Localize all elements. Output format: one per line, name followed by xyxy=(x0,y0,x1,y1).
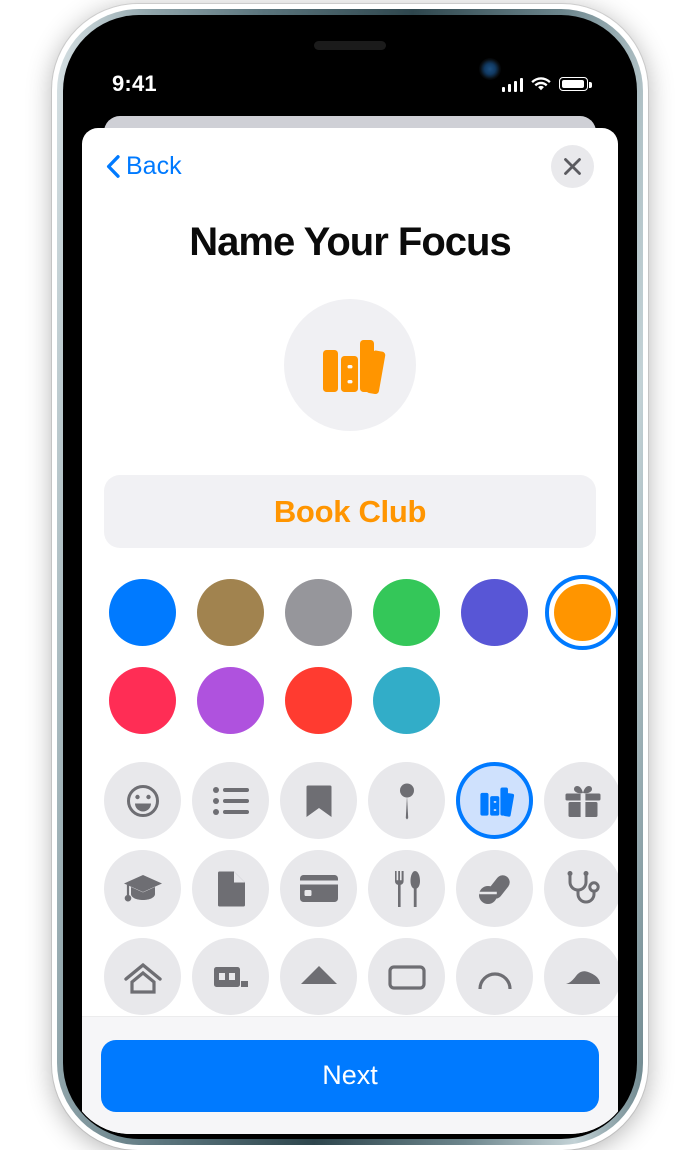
document-icon xyxy=(217,871,245,907)
icon-option-house[interactable] xyxy=(104,938,181,1016)
icon-option-credit-card[interactable] xyxy=(280,850,357,928)
icon-option-bed[interactable] xyxy=(368,938,445,1016)
icon-option-smiley[interactable] xyxy=(104,762,181,840)
icon-picker-scroll[interactable] xyxy=(82,750,618,1016)
briefcase-icon xyxy=(213,966,248,987)
color-row-1 xyxy=(104,574,618,651)
bookmark-icon xyxy=(306,785,331,817)
color-swatch-orange[interactable] xyxy=(544,574,618,651)
phone-screen: 9:41 Back Name Your Focus Book Club Next xyxy=(68,20,632,1134)
house-icon xyxy=(123,962,162,994)
icon-row-3 xyxy=(104,938,618,1016)
pills-icon xyxy=(478,874,510,904)
icon-option-briefcase[interactable] xyxy=(192,938,269,1016)
phone-frame: 9:41 Back Name Your Focus Book Club Next xyxy=(52,4,648,1150)
bed-icon xyxy=(387,965,426,990)
focus-setup-sheet: Back Name Your Focus Book Club Next xyxy=(82,128,618,1134)
pin-icon xyxy=(399,783,414,820)
list-icon xyxy=(212,786,249,815)
icon-option-graduation-cap[interactable] xyxy=(104,850,181,928)
signal-bars-icon xyxy=(501,77,523,92)
back-button[interactable]: Back xyxy=(106,152,182,181)
status-time: 9:41 xyxy=(112,71,157,96)
front-camera-icon xyxy=(479,58,501,80)
battery-icon xyxy=(559,77,592,91)
icon-row-1 xyxy=(104,762,618,840)
page-title: Name Your Focus xyxy=(189,220,511,264)
close-icon xyxy=(564,157,581,175)
color-picker xyxy=(82,548,618,750)
icon-option-gift[interactable] xyxy=(544,762,618,840)
icon-option-books[interactable] xyxy=(456,762,533,840)
color-row-2 xyxy=(104,662,596,739)
icon-option-umbrella[interactable] xyxy=(280,938,357,1016)
wifi-icon xyxy=(531,76,551,90)
graduation-cap-icon xyxy=(123,874,162,902)
umbrella-icon xyxy=(300,965,337,984)
navigation-bar: Back xyxy=(82,128,618,204)
icon-option-stethoscope[interactable] xyxy=(544,850,618,928)
chevron-left-icon xyxy=(106,154,120,178)
focus-icon-preview xyxy=(284,299,416,431)
icon-option-document[interactable] xyxy=(192,850,269,928)
color-swatch-green[interactable] xyxy=(368,574,445,651)
books-icon xyxy=(323,340,386,395)
books-icon xyxy=(479,787,514,817)
color-swatch-red[interactable] xyxy=(280,662,357,739)
fork-knife-icon xyxy=(394,870,420,907)
focus-name-value: Book Club xyxy=(273,493,427,529)
color-swatch-blue[interactable] xyxy=(104,574,181,651)
icon-option-arch[interactable] xyxy=(456,938,533,1016)
focus-name-input[interactable]: Book Club xyxy=(104,475,596,549)
next-button[interactable]: Next xyxy=(101,1039,599,1112)
icon-option-list[interactable] xyxy=(192,762,269,840)
color-swatch-purple[interactable] xyxy=(192,662,269,739)
color-swatch-pink[interactable] xyxy=(104,662,181,739)
close-button[interactable] xyxy=(551,144,594,188)
shoe-icon xyxy=(565,970,600,984)
color-swatch-indigo[interactable] xyxy=(456,574,533,651)
stethoscope-icon xyxy=(567,870,600,904)
icon-row-2 xyxy=(104,850,618,928)
bottom-action-bar: Next xyxy=(82,1016,618,1134)
status-indicators xyxy=(501,76,592,92)
color-swatch-teal[interactable] xyxy=(368,662,445,739)
earpiece-speaker xyxy=(314,41,386,50)
smiley-icon xyxy=(126,784,159,817)
icon-option-pills[interactable] xyxy=(456,850,533,928)
color-swatch-brown[interactable] xyxy=(192,574,269,651)
color-swatch-gray[interactable] xyxy=(280,574,357,651)
icon-picker xyxy=(82,750,618,1016)
back-button-label: Back xyxy=(126,151,182,180)
gift-icon xyxy=(565,785,600,817)
icon-option-shoe[interactable] xyxy=(544,938,618,1016)
status-bar: 9:41 xyxy=(68,62,632,106)
icon-option-fork-knife[interactable] xyxy=(368,850,445,928)
focus-icon-preview-wrap xyxy=(82,299,618,431)
arch-icon xyxy=(477,972,512,989)
screenshot-stage: 9:41 Back Name Your Focus Book Club Next xyxy=(0,0,700,1150)
icon-option-pin[interactable] xyxy=(368,762,445,840)
credit-card-icon xyxy=(299,875,338,903)
icon-option-bookmark[interactable] xyxy=(280,762,357,840)
